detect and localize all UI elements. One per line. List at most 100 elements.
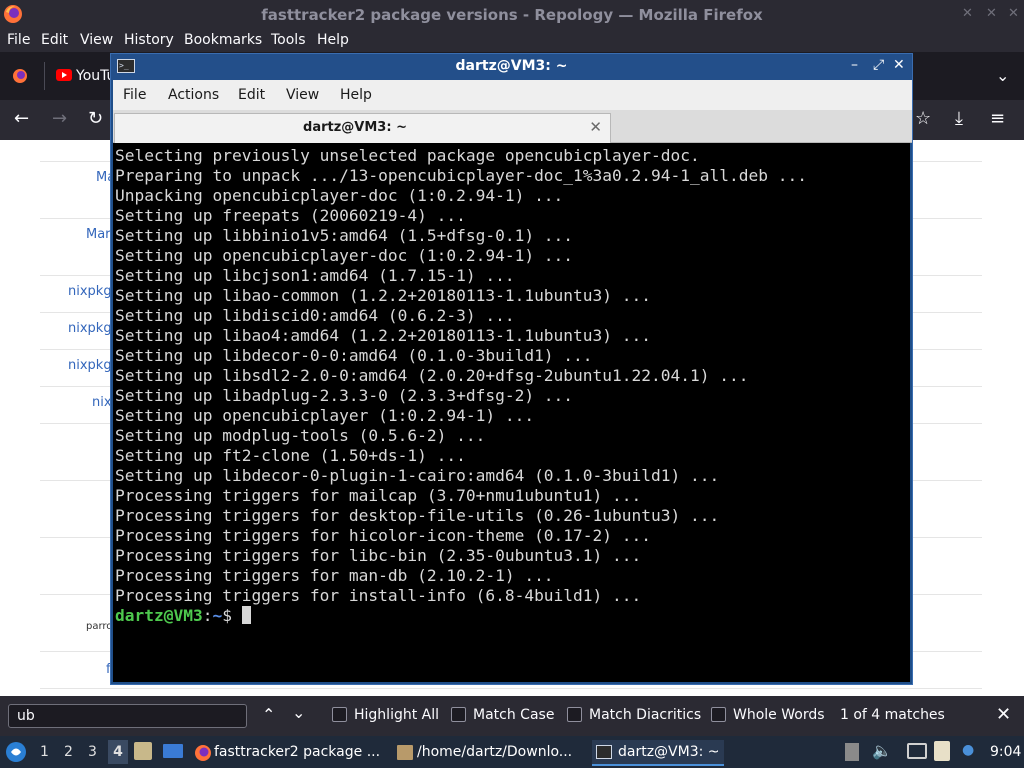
- terminal-menubar: File Actions Edit View Help: [113, 80, 912, 110]
- prompt-path: ~: [212, 606, 223, 625]
- terminal-output[interactable]: Selecting previously unselected package …: [113, 143, 910, 682]
- terminal-line: Preparing to unpack .../13-opencubicplay…: [115, 166, 807, 185]
- menu-help[interactable]: Help: [317, 32, 349, 48]
- terminal-menu-edit[interactable]: Edit: [238, 87, 265, 103]
- match-case-label[interactable]: Match Case: [473, 707, 554, 723]
- prompt-user: dartz@VM3: [115, 606, 203, 625]
- terminal-titlebar[interactable]: >_ dartz@VM3: ~ – ⤢ ✕: [111, 54, 912, 80]
- clipboard-icon[interactable]: [934, 741, 950, 761]
- highlight-all-checkbox[interactable]: [332, 707, 347, 722]
- whole-words-label[interactable]: Whole Words: [733, 707, 825, 723]
- find-previous-chevron-up-icon[interactable]: ⌃: [262, 705, 275, 724]
- terminal-menu-file[interactable]: File: [123, 87, 146, 103]
- browser-menubar: File Edit View History Bookmarks Tools H…: [0, 30, 1024, 52]
- volume-icon[interactable]: 🔈: [872, 741, 892, 760]
- menu-bookmarks[interactable]: Bookmarks: [184, 32, 262, 48]
- tray-battery-icon[interactable]: [845, 743, 859, 761]
- maximize-icon[interactable]: ⤢: [873, 57, 884, 73]
- match-case-checkbox[interactable]: [451, 707, 466, 722]
- terminal-line: Setting up libao-common (1.2.2+20180113-…: [115, 286, 652, 305]
- find-close-icon[interactable]: ✕: [996, 704, 1011, 725]
- whole-words-checkbox[interactable]: [711, 707, 726, 722]
- terminal-line: Processing triggers for man-db (2.10.2-1…: [115, 566, 554, 585]
- match-diacritics-checkbox[interactable]: [567, 707, 582, 722]
- notification-icon[interactable]: ●: [962, 742, 974, 758]
- forward-arrow-icon[interactable]: →: [52, 108, 67, 129]
- menu-file[interactable]: File: [7, 32, 30, 48]
- terminal-line: Processing triggers for desktop-file-uti…: [115, 506, 720, 525]
- folder-icon: [397, 745, 413, 760]
- terminal-line: Setting up libbinio1v5:amd64 (1.5+dfsg-0…: [115, 226, 574, 245]
- terminal-line: Setting up ft2-clone (1.50+ds-1) ...: [115, 446, 466, 465]
- task-label: dartz@VM3: ~: [618, 744, 720, 760]
- task-terminal[interactable]: dartz@VM3: ~: [592, 740, 724, 766]
- terminal-window[interactable]: >_ dartz@VM3: ~ – ⤢ ✕ File Actions Edit …: [110, 53, 913, 685]
- terminal-line: Processing triggers for libc-bin (2.35-0…: [115, 546, 642, 565]
- terminal-tab[interactable]: dartz@VM3: ~ ✕: [114, 113, 611, 143]
- match-diacritics-label[interactable]: Match Diacritics: [589, 707, 701, 723]
- terminal-window-title: dartz@VM3: ~: [455, 58, 568, 74]
- task-firefox[interactable]: fasttracker2 package ...: [192, 740, 388, 766]
- terminal-line: Setting up libadplug-2.3.3-0 (2.3.3+dfsg…: [115, 386, 574, 405]
- task-label: /home/dartz/Downlo...: [417, 744, 573, 760]
- list-all-tabs-chevron-icon[interactable]: ⌄: [996, 66, 1009, 85]
- start-menu-icon[interactable]: [5, 741, 27, 763]
- menu-history[interactable]: History: [124, 32, 174, 48]
- terminal-line: Setting up libdecor-0-plugin-1-cairo:amd…: [115, 466, 720, 485]
- tab-youtube[interactable]: YouTu: [52, 60, 115, 92]
- close-icon[interactable]: ✕: [1008, 6, 1019, 21]
- minimize-icon[interactable]: –: [851, 57, 858, 73]
- find-next-chevron-down-icon[interactable]: ⌄: [292, 703, 305, 722]
- terminal-line: Setting up modplug-tools (0.5.6-2) ...: [115, 426, 486, 445]
- menu-view[interactable]: View: [80, 32, 113, 48]
- terminal-line: Unpacking opencubicplayer-doc (1:0.2.94-…: [115, 186, 564, 205]
- terminal-line: Setting up libsdl2-2.0-0:amd64 (2.0.20+d…: [115, 366, 749, 385]
- clock[interactable]: 9:04: [990, 744, 1021, 760]
- file-manager-launcher-icon[interactable]: [134, 742, 152, 760]
- terminal-line: Processing triggers for mailcap (3.70+nm…: [115, 486, 642, 505]
- minimize-icon[interactable]: ✕: [962, 6, 973, 21]
- terminal-line: Setting up opencubicplayer (1:0.2.94-1) …: [115, 406, 535, 425]
- repo-name: parro: [86, 621, 113, 632]
- task-label: fasttracker2 package ...: [214, 744, 381, 760]
- menu-tools[interactable]: Tools: [271, 32, 306, 48]
- terminal-line: Processing triggers for hicolor-icon-the…: [115, 526, 652, 545]
- find-match-status: 1 of 4 matches: [840, 707, 945, 723]
- back-arrow-icon[interactable]: ←: [14, 108, 29, 129]
- workspace-2[interactable]: 2: [64, 744, 73, 760]
- highlight-all-label[interactable]: Highlight All: [354, 707, 439, 723]
- maximize-icon[interactable]: ✕: [986, 6, 997, 21]
- terminal-line: Setting up libao4:amd64 (1.2.2+20180113-…: [115, 326, 652, 345]
- prompt-symbol: $: [222, 606, 242, 625]
- workspace-1[interactable]: 1: [40, 744, 49, 760]
- downloads-icon[interactable]: ⤓: [955, 108, 963, 129]
- firefox-icon: [195, 745, 211, 761]
- terminal-line: Setting up libcjson1:amd64 (1.7.15-1) ..…: [115, 266, 515, 285]
- close-icon[interactable]: ✕: [893, 57, 905, 73]
- taskbar: 1 2 3 4 fasttracker2 package ... /home/d…: [0, 736, 1024, 768]
- terminal-menu-actions[interactable]: Actions: [168, 87, 219, 103]
- reload-icon[interactable]: ↻: [88, 108, 103, 129]
- terminal-tabbar: dartz@VM3: ~ ✕: [113, 110, 912, 143]
- task-file-manager[interactable]: /home/dartz/Downlo...: [395, 740, 585, 766]
- workspace-3[interactable]: 3: [88, 744, 97, 760]
- browser-window-title: fasttracker2 package versions - Repology…: [261, 6, 763, 24]
- tab-close-icon[interactable]: ✕: [589, 118, 602, 136]
- show-desktop-icon[interactable]: [163, 744, 183, 758]
- browser-titlebar: fasttracker2 package versions - Repology…: [0, 0, 1024, 30]
- terminal-line: Processing triggers for install-info (6.…: [115, 586, 642, 605]
- terminal-menu-help[interactable]: Help: [340, 87, 372, 103]
- terminal-line: Selecting previously unselected package …: [115, 146, 700, 165]
- terminal-prompt[interactable]: dartz@VM3:~$: [115, 606, 251, 626]
- firefox-view-icon[interactable]: [12, 68, 28, 84]
- menu-edit[interactable]: Edit: [41, 32, 68, 48]
- terminal-menu-view[interactable]: View: [286, 87, 319, 103]
- workspace-4-active[interactable]: 4: [108, 740, 128, 764]
- bookmark-star-icon[interactable]: ☆: [915, 108, 931, 129]
- youtube-icon: [56, 69, 72, 81]
- hamburger-menu-icon[interactable]: ≡: [990, 108, 1005, 129]
- repo-link[interactable]: Mar: [86, 227, 111, 242]
- find-input[interactable]: [8, 704, 247, 728]
- display-icon[interactable]: [907, 743, 927, 759]
- repo-link[interactable]: nix: [92, 395, 112, 410]
